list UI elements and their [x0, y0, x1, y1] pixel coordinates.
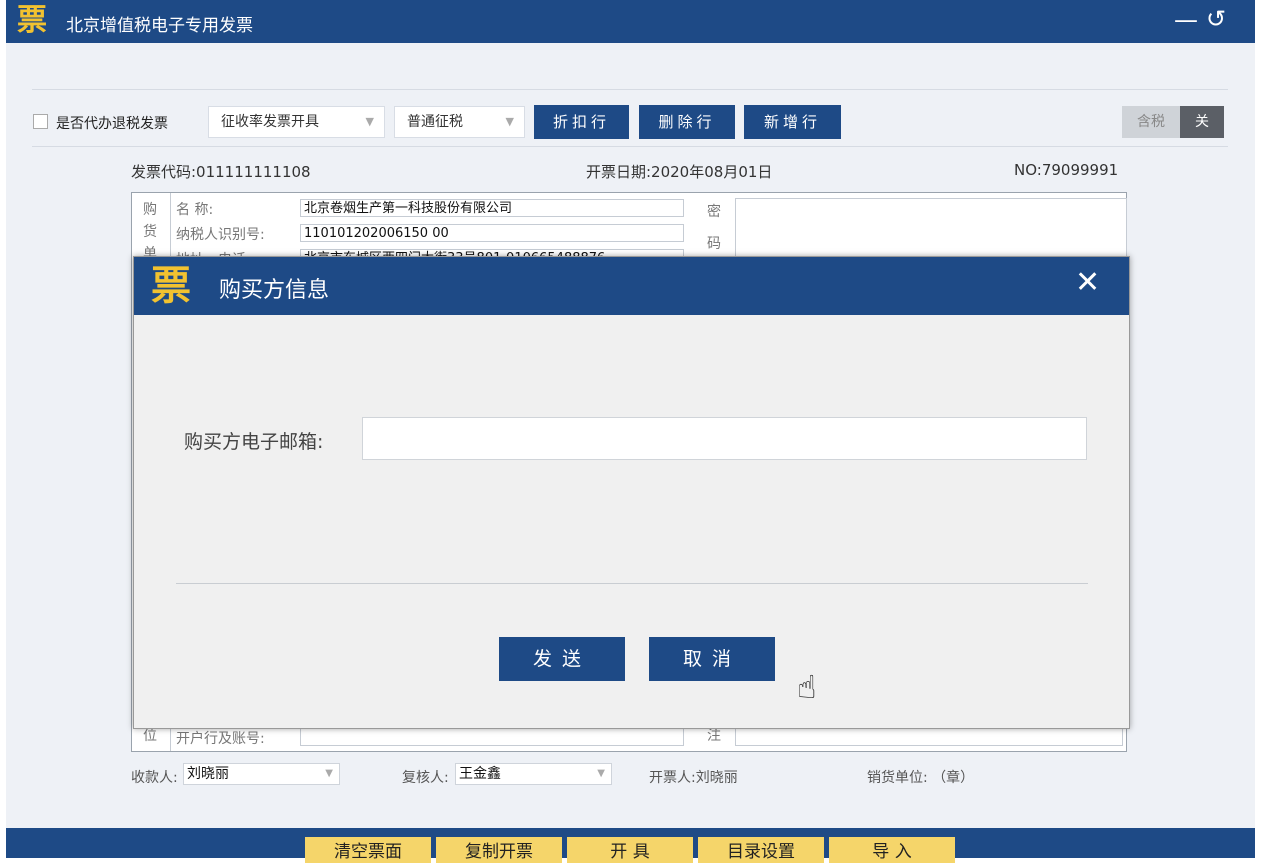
hand-cursor-icon: ☝ — [797, 668, 817, 706]
close-icon[interactable]: ✕ — [1075, 268, 1100, 298]
import-button[interactable]: 导 入 — [829, 837, 955, 863]
reviewer-label: 复核人: — [402, 770, 449, 786]
divider — [32, 89, 1228, 90]
catalog-settings-button[interactable]: 目录设置 — [698, 837, 824, 863]
email-field[interactable] — [362, 417, 1087, 460]
refund-agent-checkbox[interactable] — [33, 114, 48, 129]
dialog-title: 购买方信息 — [219, 278, 330, 303]
reviewer-value: 王金鑫 — [459, 766, 501, 782]
buyer-bank-field[interactable] — [300, 728, 684, 746]
issue-invoice-button[interactable]: 开 具 — [567, 837, 693, 863]
invoice-date: 开票日期:2020年08月01日 — [586, 163, 773, 181]
invoice-logo-icon: 票 — [151, 263, 191, 309]
payee-select[interactable]: 刘晓丽 ▼ — [183, 763, 340, 785]
password-label: 密 — [707, 204, 721, 220]
buyer-side-label: 购 — [143, 202, 157, 218]
chevron-down-icon: ▼ — [365, 115, 374, 128]
buyer-taxid-field[interactable]: 110101202006150 00 — [300, 224, 684, 242]
name-label: 名 称: — [176, 202, 214, 218]
reviewer-select[interactable]: 王金鑫 ▼ — [455, 763, 612, 785]
invoice-number: NO:79099991 — [1014, 161, 1119, 179]
tax-on-label[interactable]: 含税 — [1122, 106, 1180, 138]
chevron-down-icon: ▼ — [325, 768, 333, 779]
add-row-button[interactable]: 新增行 — [744, 105, 841, 139]
buyer-name-field[interactable]: 北京卷烟生产第一科技股份有限公司 — [300, 199, 684, 217]
title-bar: 票 北京增值税电子专用发票 — ↺ — [6, 0, 1255, 43]
send-button[interactable]: 发送 — [499, 637, 625, 681]
app-title: 北京增值税电子专用发票 — [66, 16, 253, 36]
refund-agent-label: 是否代办退税发票 — [56, 116, 168, 132]
invoice-type-select[interactable]: 征收率发票开具 ▼ — [208, 106, 385, 138]
buyer-side-label: 货 — [143, 224, 157, 240]
drawer-label: 开票人:刘晓丽 — [649, 770, 738, 786]
minimize-icon[interactable]: — — [1174, 6, 1198, 34]
email-label: 购买方电子邮箱: — [184, 431, 324, 453]
invoice-logo-icon: 票 — [12, 4, 52, 38]
note-field[interactable] — [735, 728, 1123, 746]
buyer-info-dialog: 票 购买方信息 ✕ 购买方电子邮箱: 发送 取消 — [133, 256, 1130, 729]
dialog-header: 票 购买方信息 ✕ — [134, 257, 1129, 315]
delete-row-button[interactable]: 删除行 — [639, 105, 735, 139]
divider — [176, 583, 1088, 584]
tax-off-label[interactable]: 关 — [1180, 106, 1224, 138]
bank-label: 开户行及账号: — [176, 731, 265, 747]
seller-label: 销货单位: （章） — [867, 770, 975, 786]
invoice-type-value: 征收率发票开具 — [221, 114, 319, 130]
password-area — [735, 198, 1127, 260]
tax-mode-value: 普通征税 — [407, 114, 463, 130]
chevron-down-icon: ▼ — [505, 115, 514, 128]
clear-invoice-button[interactable]: 清空票面 — [305, 837, 431, 863]
payee-value: 刘晓丽 — [187, 766, 229, 782]
chevron-down-icon: ▼ — [597, 768, 605, 779]
payee-label: 收款人: — [131, 770, 178, 786]
password-label: 码 — [707, 236, 721, 252]
tax-mode-select[interactable]: 普通征税 ▼ — [394, 106, 525, 138]
back-icon[interactable]: ↺ — [1206, 5, 1226, 33]
invoice-code: 发票代码:011111111108 — [131, 163, 311, 181]
tax-included-toggle[interactable]: 含税 关 — [1122, 106, 1224, 138]
taxid-label: 纳税人识别号: — [176, 227, 265, 243]
divider — [32, 146, 1228, 147]
copy-invoice-button[interactable]: 复制开票 — [436, 837, 562, 863]
discount-row-button[interactable]: 折扣行 — [534, 105, 629, 139]
cancel-button[interactable]: 取消 — [649, 637, 775, 681]
